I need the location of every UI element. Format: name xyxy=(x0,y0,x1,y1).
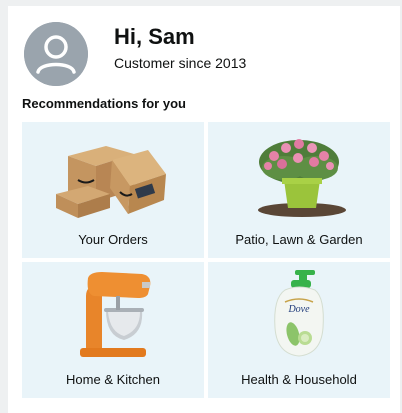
body-wash-bottle-icon: Dove xyxy=(208,268,390,360)
boxes-icon xyxy=(22,128,204,220)
user-avatar-icon[interactable] xyxy=(24,22,88,86)
recommendations-heading: Recommendations for you xyxy=(22,96,186,111)
stand-mixer-icon xyxy=(22,268,204,360)
account-card: Hi, Sam Customer since 2013 Recommendati… xyxy=(8,6,400,413)
tile-your-orders[interactable]: Your Orders xyxy=(22,122,204,258)
tile-label: Your Orders xyxy=(78,232,148,247)
potted-plant-icon xyxy=(208,128,390,220)
tile-patio-lawn-garden[interactable]: Patio, Lawn & Garden xyxy=(208,122,390,258)
customer-since-text: Customer since 2013 xyxy=(114,55,247,71)
tile-home-kitchen[interactable]: Home & Kitchen xyxy=(22,262,204,398)
tile-label: Home & Kitchen xyxy=(66,372,160,387)
greeting-title: Hi, Sam xyxy=(114,24,195,49)
recommendations-grid: Your Orders Patio, Lawn & Garden Home & … xyxy=(22,122,390,400)
tile-label: Patio, Lawn & Garden xyxy=(235,232,363,247)
svg-text:Dove: Dove xyxy=(287,304,310,315)
tile-label: Health & Household xyxy=(241,372,357,387)
tile-health-household[interactable]: Dove Health & Household xyxy=(208,262,390,398)
profile-header: Hi, Sam Customer since 2013 xyxy=(24,22,384,88)
